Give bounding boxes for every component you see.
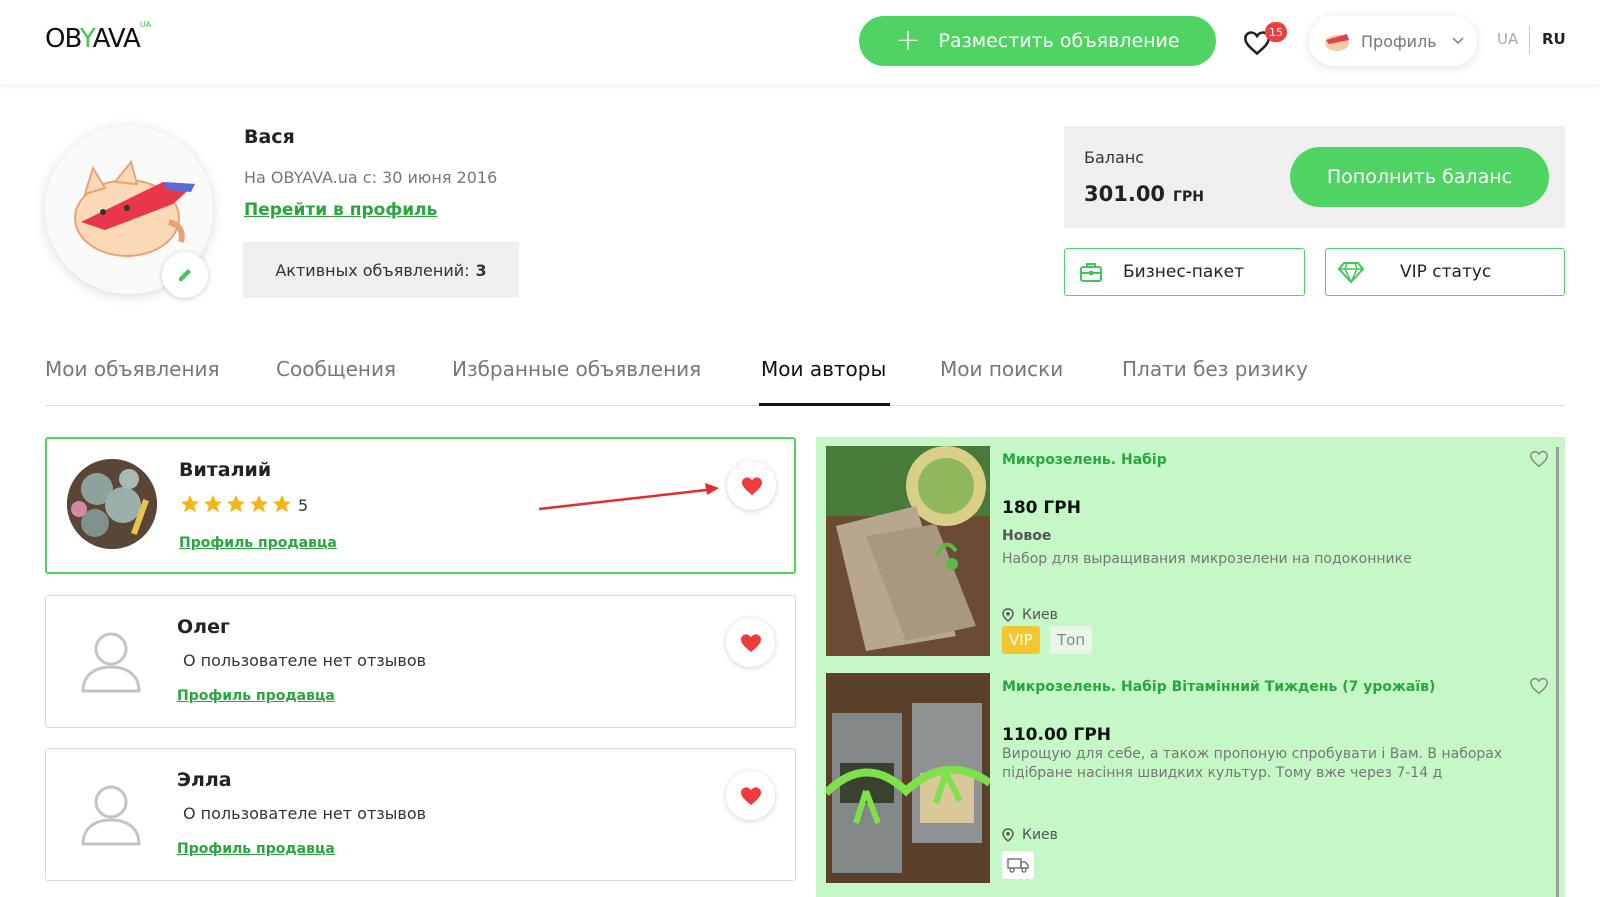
author-name: Элла bbox=[177, 769, 232, 791]
annotation-arrow bbox=[539, 483, 719, 511]
seller-profile-link[interactable]: Профиль продавца bbox=[177, 688, 335, 704]
chevron-down-icon bbox=[1452, 37, 1464, 45]
top-header: OBYAVAUA + Разместить объявление 15 Проф… bbox=[0, 0, 1600, 84]
briefcase-icon bbox=[1080, 263, 1102, 282]
vip-status-button[interactable]: VIP статус bbox=[1325, 248, 1565, 296]
user-placeholder-icon bbox=[81, 632, 141, 693]
business-package-label: Бизнес-пакет bbox=[1123, 262, 1244, 282]
unfollow-author-button[interactable] bbox=[727, 461, 776, 510]
listing-location: Киев bbox=[1002, 827, 1058, 843]
user-avatar-icon bbox=[1325, 34, 1349, 51]
post-ad-button[interactable]: + Разместить объявление bbox=[859, 16, 1216, 66]
microgreens-kit-photo bbox=[826, 673, 990, 883]
author-name: Олег bbox=[177, 616, 230, 638]
profile-dropdown[interactable]: Профиль bbox=[1309, 16, 1477, 66]
listing-condition: Новое bbox=[1002, 528, 1052, 544]
truck-icon bbox=[1007, 858, 1029, 873]
tab-my-searches[interactable]: Мои поиски bbox=[940, 357, 1063, 381]
account-tabs: Мои объявления Сообщения Избранные объяв… bbox=[45, 345, 1565, 406]
listing-location: Киев bbox=[1002, 607, 1058, 623]
no-reviews-text: О пользователе нет отзывов bbox=[183, 651, 427, 670]
delivery-badge bbox=[1002, 851, 1034, 879]
tab-my-authors[interactable]: Мои авторы bbox=[761, 357, 886, 381]
heart-filled-icon bbox=[741, 476, 762, 495]
business-package-button[interactable]: Бизнес-пакет bbox=[1064, 248, 1305, 296]
tab-favorite-ads[interactable]: Избранные объявления bbox=[452, 357, 701, 381]
star-icon bbox=[180, 494, 200, 513]
listing-city: Киев bbox=[1022, 607, 1058, 623]
heart-outline-icon[interactable] bbox=[1529, 677, 1549, 695]
listing-price: 110.00 ГРН bbox=[1002, 725, 1112, 745]
pencil-icon bbox=[179, 269, 191, 281]
location-pin-icon bbox=[1002, 828, 1014, 842]
balance-amount: 301.00 ГРН bbox=[1084, 182, 1204, 206]
user-placeholder-icon bbox=[81, 785, 141, 846]
favorites-button[interactable]: 15 bbox=[1243, 22, 1287, 62]
listing-description: Набор для выращивания микрозелени на под… bbox=[1002, 551, 1412, 567]
profile-label: Профиль bbox=[1361, 31, 1437, 51]
lang-divider bbox=[1529, 26, 1530, 54]
active-ads-count: 3 bbox=[475, 260, 487, 280]
site-logo[interactable]: OBYAVAUA bbox=[45, 20, 151, 54]
scrollbar[interactable] bbox=[1556, 447, 1559, 897]
seller-profile-link[interactable]: Профиль продавца bbox=[179, 535, 337, 551]
plus-icon: + bbox=[895, 23, 921, 58]
active-ads-counter[interactable]: Активных объявлений: 3 bbox=[243, 242, 519, 298]
active-tab-indicator bbox=[759, 403, 890, 406]
star-icon bbox=[226, 494, 246, 513]
listing-card[interactable]: Микрозелень. Набір Вітамінний Тиждень (7… bbox=[826, 673, 1549, 883]
listing-tags: VIP Топ bbox=[1002, 626, 1202, 654]
diamond-icon bbox=[1338, 262, 1364, 283]
listing-photo[interactable] bbox=[826, 446, 990, 656]
vip-tag: VIP bbox=[1002, 626, 1040, 654]
top-tag: Топ bbox=[1050, 626, 1093, 654]
rating-stars bbox=[179, 493, 293, 515]
heart-filled-icon bbox=[740, 633, 761, 652]
location-pin-icon bbox=[1002, 608, 1014, 622]
tab-my-ads[interactable]: Мои объявления bbox=[45, 357, 220, 381]
favorites-count-badge: 15 bbox=[1265, 22, 1287, 42]
user-name: Вася bbox=[244, 126, 295, 148]
lang-ua-link[interactable]: UA bbox=[1497, 30, 1518, 48]
author-avatar-photo bbox=[67, 459, 157, 549]
heart-outline-icon[interactable] bbox=[1529, 450, 1549, 468]
tab-safe-pay[interactable]: Плати без ризику bbox=[1122, 357, 1308, 381]
active-ads-label: Активных объявлений: bbox=[275, 260, 470, 280]
seller-profile-link[interactable]: Профиль продавца bbox=[177, 841, 335, 857]
succulents-photo bbox=[67, 459, 157, 549]
post-ad-label: Разместить объявление bbox=[938, 30, 1180, 52]
author-card[interactable]: Виталий 5 Профиль продавца bbox=[45, 437, 796, 574]
author-listings-panel[interactable]: Микрозелень. Набір 180 ГРН Новое Набор д… bbox=[816, 437, 1565, 897]
listing-city: Киев bbox=[1022, 827, 1058, 843]
member-since: На OBYAVA.ua с: 30 июня 2016 bbox=[244, 168, 498, 187]
rating-value: 5 bbox=[298, 496, 309, 515]
author-name: Виталий bbox=[179, 459, 272, 481]
listing-title[interactable]: Микрозелень. Набір bbox=[1002, 452, 1167, 468]
balance-value: 301.00 bbox=[1084, 182, 1166, 206]
listing-photo[interactable] bbox=[826, 673, 990, 883]
listing-price: 180 ГРН bbox=[1002, 498, 1081, 518]
top-up-balance-button[interactable]: Пополнить баланс bbox=[1290, 147, 1549, 207]
heart-filled-icon bbox=[740, 786, 761, 805]
author-card[interactable]: Олег О пользователе нет отзывов Профиль … bbox=[45, 595, 796, 728]
lang-ru-link[interactable]: RU bbox=[1542, 30, 1566, 48]
listing-card[interactable]: Микрозелень. Набір 180 ГРН Новое Набор д… bbox=[826, 446, 1549, 656]
unfollow-author-button[interactable] bbox=[726, 618, 775, 667]
listing-title[interactable]: Микрозелень. Набір Вітамінний Тиждень (7… bbox=[1002, 679, 1435, 695]
balance-label: Баланс bbox=[1084, 148, 1145, 167]
star-icon bbox=[249, 494, 269, 513]
tab-messages[interactable]: Сообщения bbox=[276, 357, 396, 381]
go-to-profile-link[interactable]: Перейти в профиль bbox=[244, 200, 437, 220]
balance-currency: ГРН bbox=[1173, 189, 1204, 205]
author-card[interactable]: Элла О пользователе нет отзывов Профиль … bbox=[45, 748, 796, 881]
vip-status-label: VIP статус bbox=[1400, 262, 1492, 282]
edit-avatar-button[interactable] bbox=[162, 252, 208, 298]
balance-panel: Баланс 301.00 ГРН Пополнить баланс bbox=[1064, 126, 1565, 228]
star-icon bbox=[272, 494, 292, 513]
star-icon bbox=[203, 494, 223, 513]
no-reviews-text: О пользователе нет отзывов bbox=[183, 804, 427, 823]
microgreens-photo bbox=[826, 446, 990, 656]
listing-description: Вирощую для себе, а також пропоную спроб… bbox=[1002, 746, 1503, 781]
unfollow-author-button[interactable] bbox=[726, 771, 775, 820]
